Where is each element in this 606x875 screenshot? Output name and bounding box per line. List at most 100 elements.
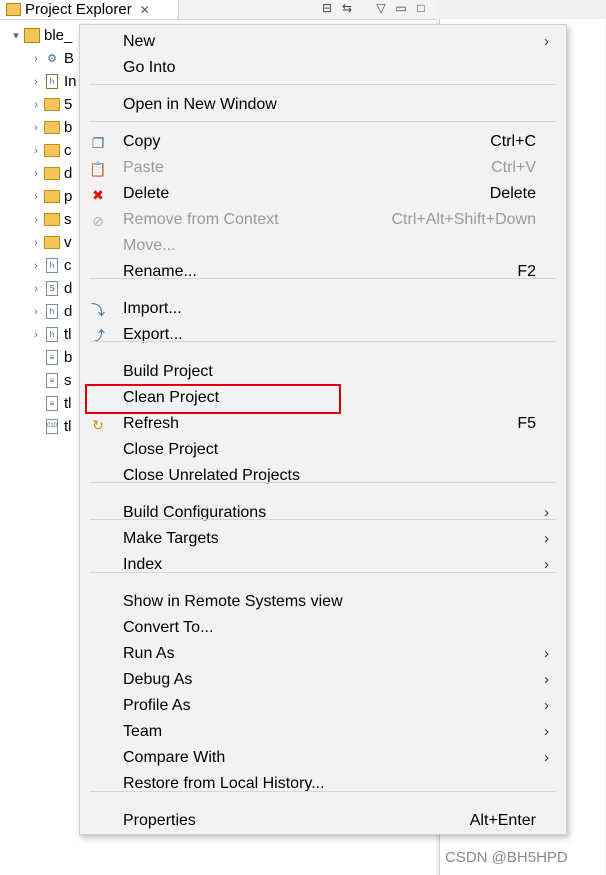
tree-item-label: c (64, 257, 72, 274)
menu-item-label: Make Targets (123, 530, 219, 547)
maximize-icon[interactable]: □ (414, 1, 428, 15)
tab-project-explorer[interactable]: Project Explorer ✕ (0, 0, 179, 19)
menu-item-remove-from-context[interactable]: ⊘ Remove from Context Ctrl+Alt+Shift+Down (80, 208, 566, 234)
tree-item-label: In (64, 73, 77, 90)
chevron-right-icon: › (544, 33, 549, 50)
copy-icon: ❐ (91, 134, 105, 151)
menu-item-shortcut: Ctrl+V (491, 159, 536, 176)
menu-item-rename[interactable]: Rename... F2 (80, 260, 566, 286)
chevron-right-icon: › (544, 530, 549, 547)
tree-item-label: d (64, 280, 73, 297)
collapse-all-icon[interactable]: ⊟ (320, 1, 334, 15)
menu-item-make-targets[interactable]: Make Targets › (80, 527, 566, 553)
menu-item-label: Copy (123, 133, 161, 150)
chevron-right-icon[interactable]: › (28, 283, 44, 295)
tree-item-label: d (64, 165, 73, 182)
folder-icon (44, 213, 60, 227)
chevron-down-icon[interactable]: ▾ (8, 29, 24, 42)
menu-item-copy[interactable]: ❐ Copy Ctrl+C (80, 130, 566, 156)
project-folder-icon (24, 28, 40, 43)
menu-item-convert-to[interactable]: Convert To... (80, 616, 566, 642)
menu-item-label: Delete (123, 185, 170, 202)
folder-icon (44, 144, 60, 158)
folder-icon (44, 190, 60, 204)
text-file-icon: ≡ (44, 396, 60, 411)
menu-item-label: Properties (123, 812, 196, 829)
menu-separator (90, 341, 556, 342)
chevron-right-icon[interactable]: › (28, 145, 44, 157)
menu-item-new[interactable]: New › (80, 30, 566, 56)
menu-item-paste[interactable]: 📋 Paste Ctrl+V (80, 156, 566, 182)
chevron-right-icon[interactable]: › (28, 237, 44, 249)
link-with-editor-icon[interactable]: ⇆ (340, 1, 354, 15)
menu-item-restore-from-local-history[interactable]: Restore from Local History... (80, 772, 566, 798)
import-icon: ⤵ (91, 302, 105, 318)
tree-project-label: ble_ (44, 27, 73, 44)
menu-item-label: Debug As (123, 671, 193, 688)
tree-item-label: tl (64, 326, 72, 343)
menu-item-label: Open in New Window (123, 96, 277, 113)
header-file-icon: h (44, 304, 60, 319)
tree-item-label: c (64, 142, 72, 159)
menu-item-build-configurations[interactable]: Build Configurations › (80, 501, 566, 527)
tree-item-label: B (64, 50, 75, 67)
chevron-right-icon[interactable]: › (28, 53, 44, 65)
minimize-icon[interactable]: ▭ (394, 1, 408, 15)
chevron-right-icon: › (544, 749, 549, 766)
chevron-right-icon[interactable]: › (28, 168, 44, 180)
menu-item-label: Remove from Context (123, 211, 279, 228)
menu-item-label: Build Project (123, 363, 213, 380)
chevron-right-icon[interactable]: › (28, 122, 44, 134)
folder-icon (44, 167, 60, 181)
tree-item-label: d (64, 303, 73, 320)
menu-item-refresh[interactable]: ↻ Refresh F5 (80, 412, 566, 438)
menu-item-shortcut: F5 (517, 415, 536, 432)
menu-item-properties[interactable]: Properties Alt+Enter (80, 809, 566, 835)
menu-item-debug-as[interactable]: Debug As › (80, 668, 566, 694)
menu-item-import[interactable]: ⤵ Import... (80, 297, 566, 323)
menu-item-move[interactable]: Move... (80, 234, 566, 260)
remove-context-icon: ⊘ (92, 212, 104, 229)
menu-item-delete[interactable]: ✖ Delete Delete (80, 182, 566, 208)
menu-item-show-in-remote-systems-view[interactable]: Show in Remote Systems view (80, 590, 566, 616)
tree-item-label: s (64, 211, 72, 228)
menu-item-label: Paste (123, 159, 164, 176)
chevron-right-icon[interactable]: › (28, 260, 44, 272)
menu-item-run-as[interactable]: Run As › (80, 642, 566, 668)
refresh-icon: ↻ (92, 416, 104, 433)
menu-item-label: Run As (123, 645, 175, 662)
context-menu: New › Go Into Open in New Window ❐ Copy Ctrl+C… (79, 24, 567, 835)
binaries-icon: ⚙ (47, 53, 57, 65)
menu-item-shortcut: Ctrl+Alt+Shift+Down (391, 211, 536, 228)
text-file-icon: ≡ (44, 350, 60, 365)
chevron-right-icon: › (544, 723, 549, 740)
folder-icon (44, 98, 60, 112)
chevron-right-icon[interactable]: › (28, 214, 44, 226)
menu-item-profile-as[interactable]: Profile As › (80, 694, 566, 720)
menu-item-shortcut: Delete (489, 185, 536, 202)
text-file-icon: ≡ (44, 373, 60, 388)
chevron-right-icon[interactable]: › (28, 191, 44, 203)
chevron-right-icon[interactable]: › (28, 76, 44, 88)
menu-item-index[interactable]: Index › (80, 553, 566, 579)
chevron-right-icon[interactable]: › (28, 329, 44, 341)
close-icon[interactable]: ✕ (140, 3, 150, 17)
menu-item-build-project[interactable]: Build Project (80, 360, 566, 386)
menu-item-export[interactable]: ⤴ Export... (80, 323, 566, 349)
menu-item-team[interactable]: Team › (80, 720, 566, 746)
menu-item-label: Profile As (123, 697, 191, 714)
tree-item-label: s (64, 372, 72, 389)
view-menu-icon[interactable]: ▽ (374, 1, 388, 15)
menu-item-close-project[interactable]: Close Project (80, 438, 566, 464)
menu-item-open-in-new-window[interactable]: Open in New Window (80, 93, 566, 119)
menu-separator (90, 121, 556, 122)
menu-item-label: Close Project (123, 441, 219, 458)
header-file-icon: h (44, 327, 60, 342)
menu-item-close-unrelated-projects[interactable]: Close Unrelated Projects (80, 464, 566, 490)
menu-item-go-into[interactable]: Go Into (80, 56, 566, 82)
menu-item-compare-with[interactable]: Compare With › (80, 746, 566, 772)
chevron-right-icon: › (544, 645, 549, 662)
menu-item-label: New (123, 33, 156, 50)
chevron-right-icon[interactable]: › (28, 99, 44, 111)
chevron-right-icon[interactable]: › (28, 306, 44, 318)
